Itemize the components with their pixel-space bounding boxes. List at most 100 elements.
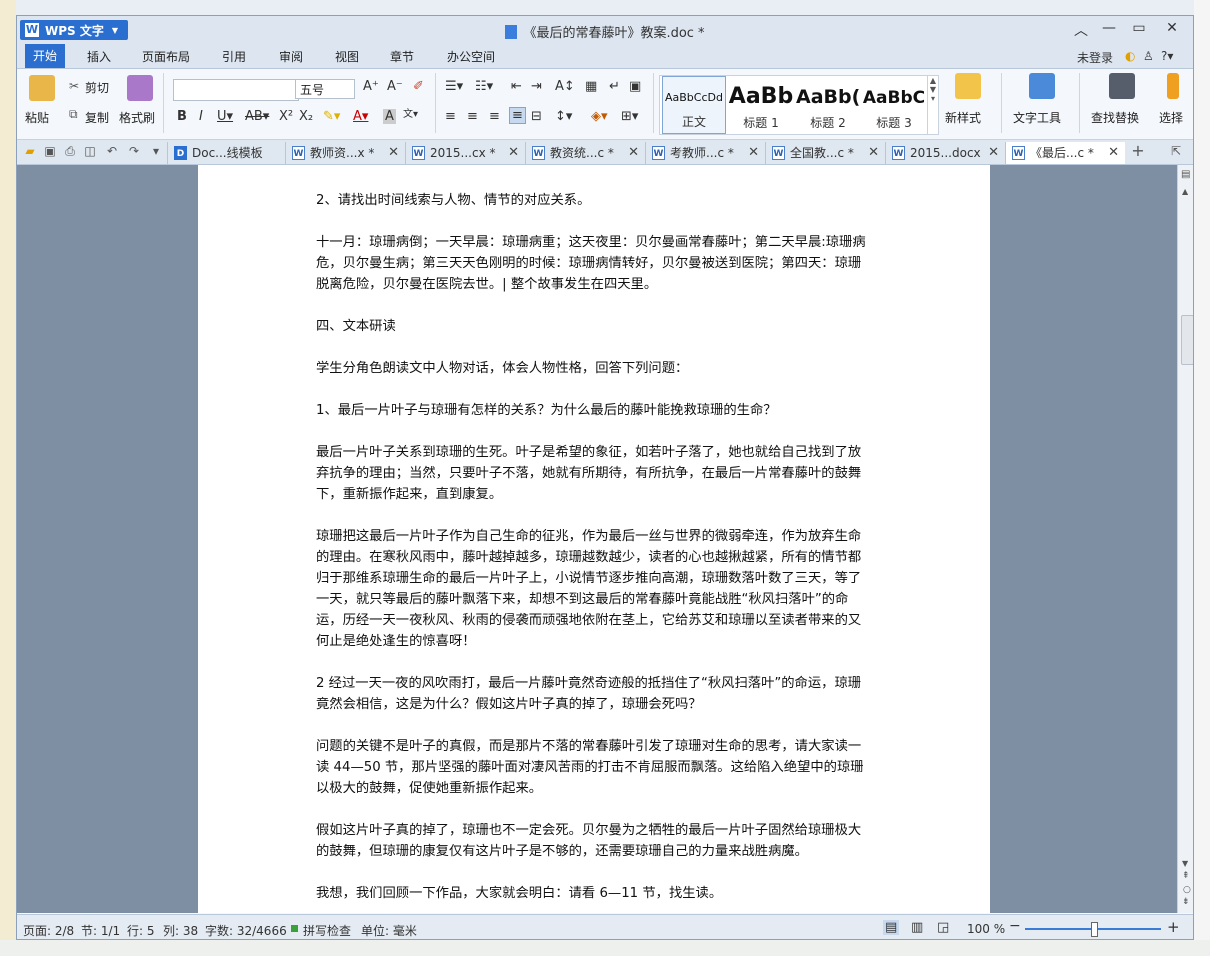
- text-direction-icon[interactable]: A↕: [555, 79, 575, 94]
- word-count[interactable]: 字数: 32/4666: [205, 922, 287, 939]
- char-shading-icon[interactable]: A: [383, 109, 396, 124]
- customize-toolbar-icon[interactable]: ▾: [149, 144, 163, 158]
- underline-icon[interactable]: U▾: [217, 109, 233, 124]
- tab-review[interactable]: 审阅: [279, 48, 303, 65]
- next-page-icon[interactable]: ⇟: [1182, 897, 1190, 907]
- zoom-slider-handle[interactable]: [1091, 922, 1098, 937]
- scroll-down-icon[interactable]: ▼: [1182, 859, 1188, 868]
- copy-button[interactable]: 复制: [85, 109, 109, 126]
- justify-icon[interactable]: ≡: [509, 107, 526, 124]
- doc-tab[interactable]: W 考教师...c * ✕: [645, 142, 765, 164]
- zoom-level[interactable]: 100 %: [967, 922, 1005, 936]
- strikethrough-icon[interactable]: AB▾: [245, 109, 269, 124]
- close-tab-icon[interactable]: ✕: [388, 142, 399, 164]
- scroll-up-icon[interactable]: ▲: [1182, 187, 1188, 196]
- skin-icon[interactable]: ◐: [1125, 49, 1135, 63]
- login-status[interactable]: 未登录: [1077, 49, 1113, 66]
- doc-tab[interactable]: D Doc...线模板: [167, 142, 285, 164]
- close-tab-icon[interactable]: ✕: [508, 142, 519, 164]
- format-painter-button[interactable]: 格式刷: [119, 109, 155, 126]
- page-indicator[interactable]: 页面: 2/8: [23, 922, 74, 939]
- browse-object-icon[interactable]: ○: [1183, 885, 1191, 895]
- select-button[interactable]: 选择: [1159, 109, 1183, 126]
- shirt-icon[interactable]: ♙: [1143, 49, 1154, 63]
- prev-page-icon[interactable]: ⇞: [1182, 871, 1190, 881]
- new-style-button[interactable]: 新样式: [945, 109, 981, 126]
- tab-chapter[interactable]: 章节: [390, 48, 414, 65]
- distribute-icon[interactable]: ⊟: [531, 109, 542, 124]
- style-heading-3[interactable]: AaBbC 标题 3: [862, 76, 926, 134]
- close-tab-icon[interactable]: ✕: [988, 142, 999, 164]
- font-color-icon[interactable]: A▾: [353, 109, 368, 124]
- style-heading-1[interactable]: AaBb 标题 1: [728, 76, 794, 134]
- phonetic-guide-icon[interactable]: 文▾: [403, 105, 418, 120]
- open-folder-icon[interactable]: ▰: [23, 144, 37, 158]
- text-tools-button[interactable]: 文字工具: [1013, 109, 1061, 126]
- ruler-toggle-icon[interactable]: ▤: [1181, 169, 1190, 180]
- doc-tab[interactable]: W 教资统...c * ✕: [525, 142, 645, 164]
- close-tab-icon[interactable]: ✕: [748, 142, 759, 164]
- tab-list-icon[interactable]: ⇱: [1169, 144, 1183, 158]
- find-replace-button[interactable]: 查找替换: [1091, 109, 1139, 126]
- help-icon[interactable]: ?▾: [1161, 49, 1173, 63]
- zoom-out-icon[interactable]: −: [1009, 918, 1021, 934]
- doc-tab[interactable]: W 2015...cx * ✕: [405, 142, 525, 164]
- redo-icon[interactable]: ↷: [127, 144, 141, 158]
- numbered-list-icon[interactable]: ☷▾: [475, 79, 493, 94]
- table-icon[interactable]: ▦: [585, 79, 597, 94]
- maximize-button[interactable]: ▭: [1127, 20, 1151, 36]
- align-right-icon[interactable]: ≡: [489, 109, 500, 124]
- close-tab-icon[interactable]: ✕: [868, 142, 879, 164]
- show-marks-icon[interactable]: ▣: [629, 79, 641, 94]
- close-tab-icon[interactable]: ✕: [1108, 142, 1119, 164]
- font-name-select[interactable]: [173, 79, 299, 101]
- line-break-icon[interactable]: ↵: [609, 79, 620, 94]
- close-tab-icon[interactable]: ✕: [628, 142, 639, 164]
- save-icon[interactable]: ▣: [43, 144, 57, 158]
- style-heading-2[interactable]: AaBb( 标题 2: [796, 76, 860, 134]
- increase-indent-icon[interactable]: ⇥: [531, 79, 542, 94]
- decrease-indent-icon[interactable]: ⇤: [511, 79, 522, 94]
- grow-font-icon[interactable]: A⁺: [363, 79, 379, 94]
- tab-page-layout[interactable]: 页面布局: [142, 48, 190, 65]
- minimize-button[interactable]: —: [1097, 20, 1121, 36]
- line-spacing-icon[interactable]: ↕▾: [555, 109, 572, 124]
- binoculars-icon[interactable]: [1109, 73, 1135, 99]
- spell-check-toggle[interactable]: 拼写检查: [303, 922, 351, 939]
- bullet-list-icon[interactable]: ☰▾: [445, 79, 463, 94]
- format-painter-icon[interactable]: [127, 75, 153, 101]
- subscript-icon[interactable]: X₂: [299, 109, 313, 124]
- text-tools-icon[interactable]: [1029, 73, 1055, 99]
- tab-office-space[interactable]: 办公空间: [447, 48, 495, 65]
- tab-start[interactable]: 开始: [25, 44, 66, 68]
- align-center-icon[interactable]: ≡: [467, 109, 478, 124]
- font-size-select[interactable]: 五号: [295, 79, 355, 99]
- highlight-icon[interactable]: ✎▾: [323, 109, 340, 124]
- new-style-icon[interactable]: [955, 73, 981, 99]
- paste-button[interactable]: 粘贴: [25, 109, 49, 126]
- vertical-scrollbar[interactable]: ▤ ▲ ▼ ⇞ ○ ⇟: [1177, 165, 1193, 913]
- border-icon[interactable]: ⊞▾: [621, 109, 638, 124]
- cut-button[interactable]: 剪切: [85, 79, 109, 96]
- document-page[interactable]: 2、请找出时间线索与人物、情节的对应关系。 十一月：琼珊病倒；一天早晨：琼珊病重…: [198, 165, 990, 913]
- tab-view[interactable]: 视图: [335, 48, 359, 65]
- close-button[interactable]: ✕: [1160, 20, 1184, 36]
- doc-tab[interactable]: W 2015...docx ✕: [885, 142, 1005, 164]
- clear-format-icon[interactable]: ✐: [413, 79, 424, 94]
- tab-insert[interactable]: 插入: [87, 48, 111, 65]
- doc-tab[interactable]: W 全国教...c * ✕: [765, 142, 885, 164]
- italic-icon[interactable]: I: [199, 109, 203, 124]
- unit-indicator[interactable]: 单位: 毫米: [361, 922, 417, 939]
- print-icon[interactable]: ⎙: [63, 144, 77, 158]
- undo-icon[interactable]: ↶: [105, 144, 119, 158]
- shrink-font-icon[interactable]: A⁻: [387, 79, 403, 94]
- zoom-in-icon[interactable]: +: [1167, 918, 1180, 936]
- scroll-thumb[interactable]: [1181, 315, 1193, 365]
- superscript-icon[interactable]: X²: [279, 109, 293, 124]
- print-preview-icon[interactable]: ◫: [83, 144, 97, 158]
- new-tab-icon[interactable]: +: [1131, 143, 1145, 159]
- gallery-scroll[interactable]: ▲ ▼ ▾: [927, 76, 938, 134]
- page-view-icon[interactable]: ▤: [883, 920, 900, 935]
- doc-tab-active[interactable]: W 《最后...c * ✕: [1005, 142, 1125, 164]
- collapse-ribbon-icon[interactable]: ︿: [1069, 20, 1093, 40]
